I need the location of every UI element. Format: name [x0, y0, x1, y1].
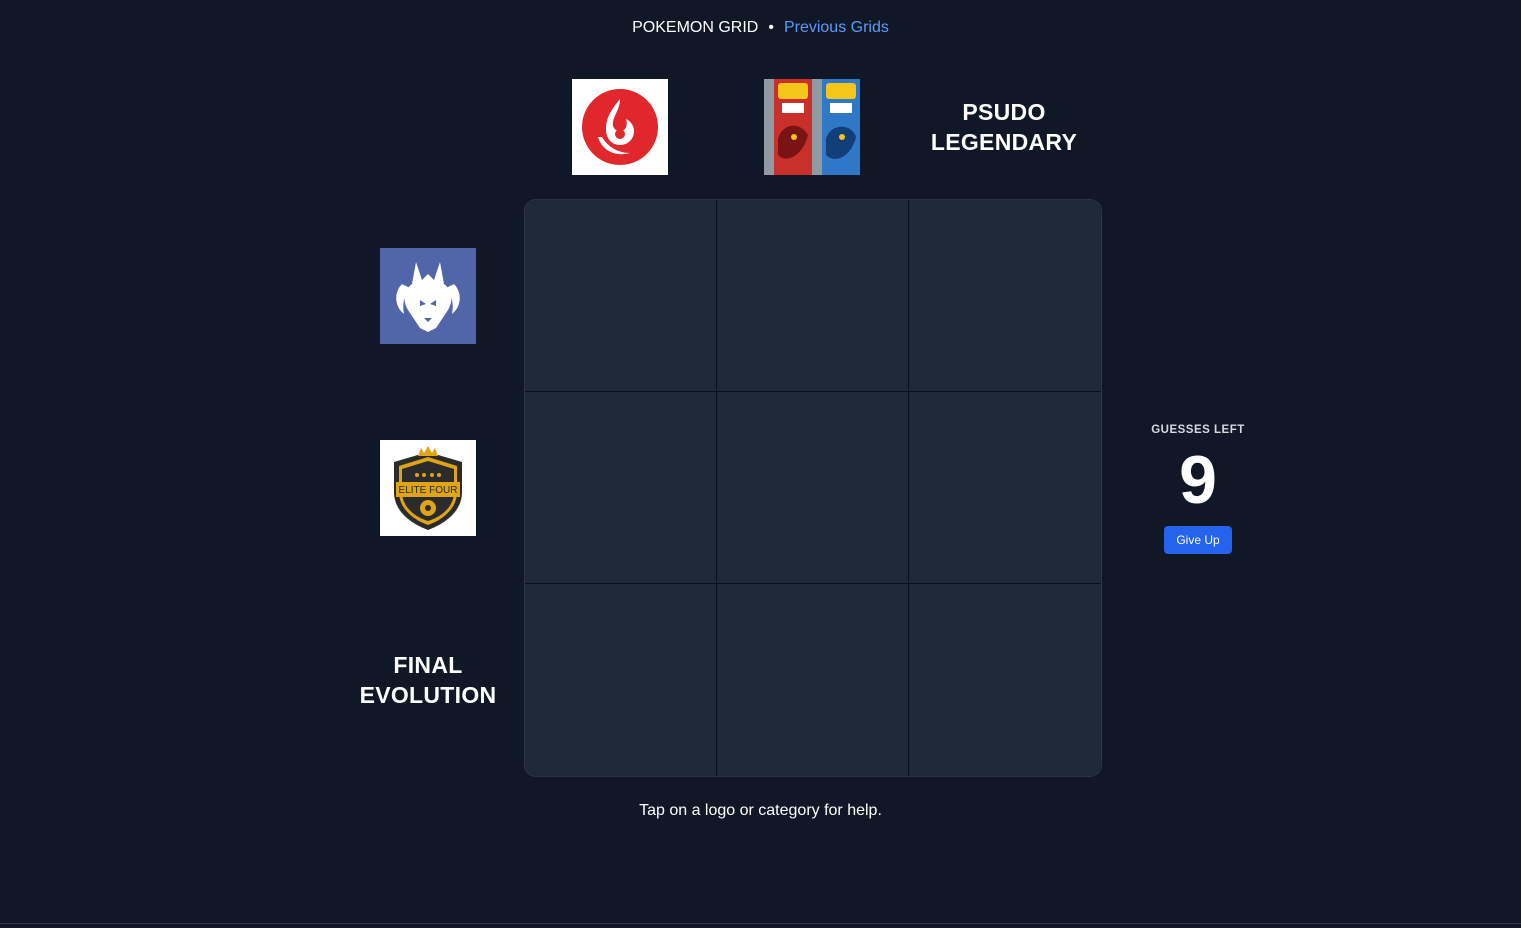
previous-grids-link[interactable]: Previous Grids: [784, 19, 889, 36]
grid-cell-1-3[interactable]: [909, 200, 1101, 392]
fire-type-icon[interactable]: [572, 79, 668, 175]
column-header-fire-type[interactable]: [524, 59, 716, 195]
guesses-panel: GUESSES LEFT 9 Give Up: [1148, 424, 1248, 554]
guesses-left-label: GUESSES LEFT: [1151, 424, 1245, 436]
app-title[interactable]: POKEMON GRID: [632, 19, 758, 36]
column-header-pseudo-legendary[interactable]: PSUDO LEGENDARY: [908, 59, 1100, 195]
help-text: Tap on a logo or category for help.: [639, 802, 882, 819]
row-header-elite-four[interactable]: ELITE FOUR: [332, 420, 524, 556]
category-label-final-evolution: FINAL EVOLUTION: [359, 652, 497, 708]
column-header-ruby-sapphire[interactable]: [716, 59, 908, 195]
give-up-button[interactable]: Give Up: [1164, 526, 1232, 554]
grid-cell-1-2[interactable]: [717, 200, 909, 392]
top-nav: POKEMON GRID • Previous Grids: [0, 17, 1521, 39]
row-header-final-evolution[interactable]: FINAL EVOLUTION: [332, 612, 524, 748]
nav-separator: •: [768, 19, 774, 36]
grid-cell-3-3[interactable]: [909, 584, 1101, 776]
category-label-pseudo-legendary: PSUDO LEGENDARY: [930, 99, 1078, 155]
badge-text: ELITE FOUR: [399, 485, 458, 496]
page: POKEMON GRID • Previous Grids PSUDO LEGE…: [0, 0, 1521, 928]
grid-cell-3-1[interactable]: [525, 584, 717, 776]
grid-cell-2-2[interactable]: [717, 392, 909, 584]
grid-cell-2-3[interactable]: [909, 392, 1101, 584]
ruby-sapphire-boxart-icon[interactable]: [764, 79, 860, 175]
grid-cell-2-1[interactable]: [525, 392, 717, 584]
guess-grid: [524, 199, 1102, 777]
row-header-dragon-type[interactable]: [332, 228, 524, 364]
dragon-type-icon[interactable]: [380, 248, 476, 344]
footer-divider: [0, 923, 1521, 924]
grid-cell-1-1[interactable]: [525, 200, 717, 392]
grid-cell-3-2[interactable]: [717, 584, 909, 776]
guesses-left-count: 9: [1179, 442, 1217, 518]
elite-four-badge-icon[interactable]: ELITE FOUR: [380, 440, 476, 536]
